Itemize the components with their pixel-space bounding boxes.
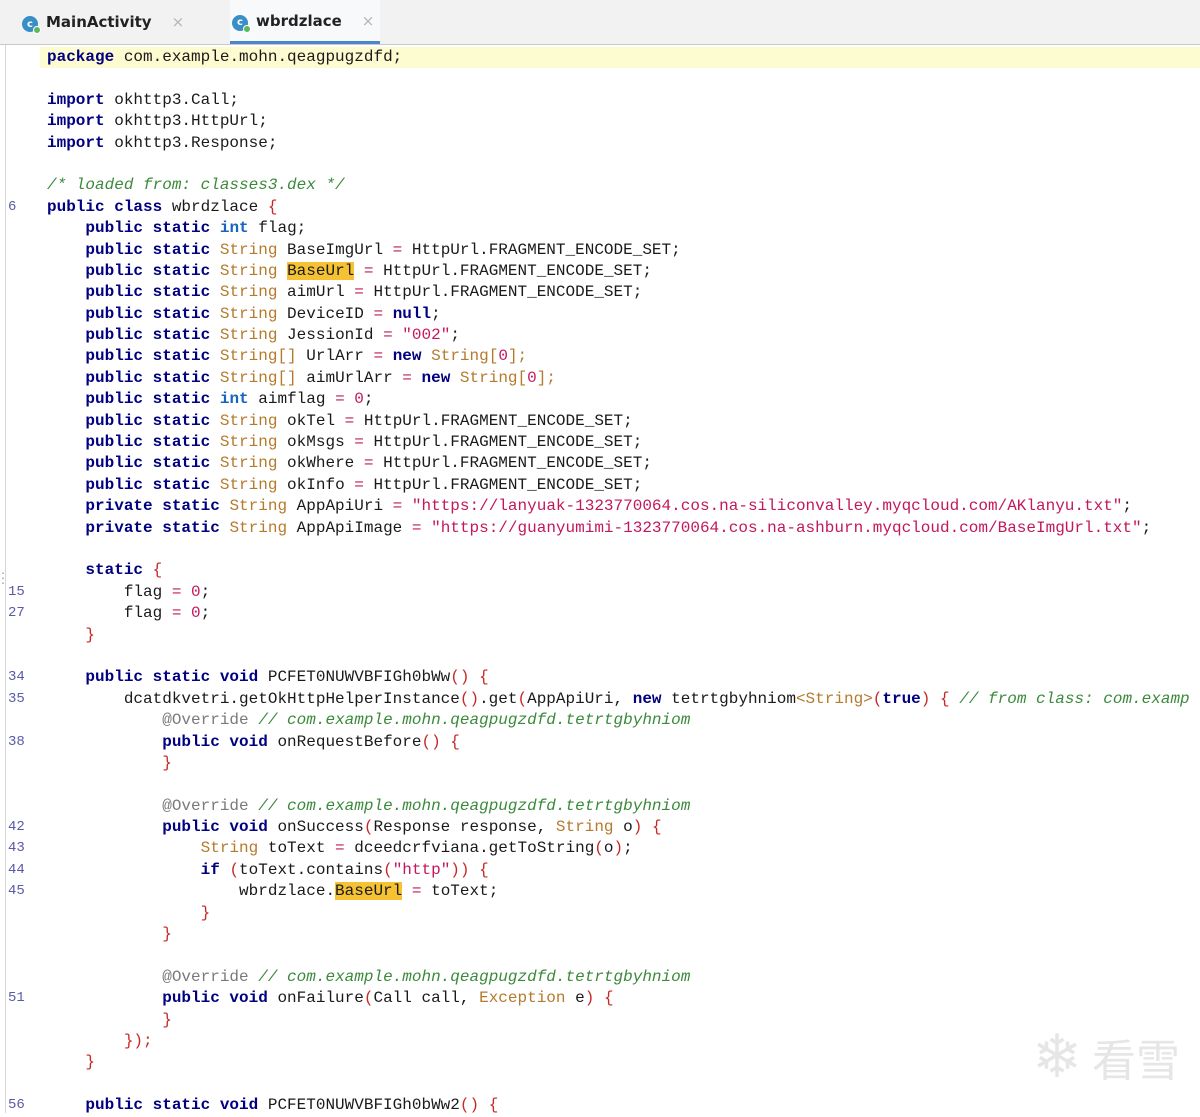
code-line: 51 public void onFailure(Call call, Exce…: [0, 988, 1200, 1009]
code-line: 38 public void onRequestBefore() {: [0, 732, 1200, 753]
line-number: 15: [8, 583, 25, 600]
code-line: 56 public static void PCFET0NUWVBFIGh0bW…: [0, 1095, 1200, 1116]
snowflake-icon: ❄: [1031, 1022, 1082, 1092]
code-line: public static String[] aimUrlArr = new S…: [85, 368, 556, 387]
code-line: public static int aimflag = 0;: [85, 390, 374, 409]
code-line: @Override // com.example.mohn.qeagpugzdf…: [162, 967, 691, 986]
code-line: /* loaded from: classes3.dex */: [47, 176, 345, 195]
code-line: 27 flag = 0;: [0, 603, 1200, 624]
code-line: public static int flag;: [85, 219, 307, 238]
tab-label: wbrdzlace: [256, 11, 342, 30]
code-line: package com.example.mohn.qeagpugzdfd;: [40, 47, 1200, 69]
code-line: public static String okInfo = HttpUrl.FR…: [85, 475, 643, 494]
close-icon[interactable]: ×: [172, 13, 185, 31]
line-number: 43: [8, 840, 25, 857]
class-icon: c: [22, 16, 41, 34]
tab-wbrdzlace[interactable]: c wbrdzlace ×: [230, 0, 381, 44]
code-line: public static String BaseImgUrl = HttpUr…: [85, 240, 681, 259]
watermark-text: 看雪: [1092, 1036, 1180, 1087]
code-line: public static String aimUrl = HttpUrl.FR…: [85, 283, 643, 302]
code-line: 43 String toText = dceedcrfviana.getToSt…: [0, 838, 1200, 859]
search-highlight: BaseUrl: [335, 882, 403, 901]
code-line: 34 public static void PCFET0NUWVBFIGh0bW…: [0, 667, 1200, 688]
code-line: import okhttp3.HttpUrl;: [47, 112, 268, 131]
code-line: public static String BaseUrl = HttpUrl.F…: [85, 261, 652, 280]
line-number: 6: [8, 198, 17, 215]
code-line: private static String AppApiUri = "https…: [85, 497, 1133, 516]
code-line: public static String okTel = HttpUrl.FRA…: [85, 411, 633, 430]
code-line: public static String DeviceID = null;: [85, 304, 441, 323]
code-line: }: [200, 903, 211, 922]
line-number: 56: [8, 1097, 25, 1114]
code-line: });: [123, 1031, 153, 1050]
search-highlight: BaseUrl: [287, 261, 355, 280]
code-line: }: [162, 753, 172, 772]
code-line: 45 wbrdzlace.BaseUrl = toText;: [0, 881, 1200, 902]
line-number: 27: [8, 605, 25, 622]
watermark: ❄ 看雪: [1032, 1022, 1180, 1092]
line-number: 45: [8, 883, 25, 900]
code-line: @Override // com.example.mohn.qeagpugzdf…: [162, 796, 691, 815]
class-icon: c: [232, 14, 251, 33]
code-line: 15 flag = 0;: [0, 582, 1200, 603]
code-line: }: [85, 1053, 96, 1072]
code-line: @Override // com.example.mohn.qeagpugzdf…: [162, 711, 691, 730]
code-line: }: [162, 925, 172, 944]
code-line: import okhttp3.Response;: [47, 133, 278, 152]
editor-tab-bar: c MainActivity × c wbrdzlace ×: [0, 0, 1200, 45]
line-number: 34: [8, 669, 25, 686]
code-line: 35 dcatdkvetri.getOkHttpHelperInstance()…: [0, 689, 1200, 710]
code-line: public static String JessionId = "002";: [85, 326, 460, 345]
code-line: static {: [85, 561, 163, 580]
line-number: 42: [8, 819, 25, 836]
code-line: }: [162, 1010, 172, 1029]
code-line: public static String okWhere = HttpUrl.F…: [85, 454, 652, 473]
code-line: private static String AppApiImage = "htt…: [85, 518, 1152, 537]
tab-mainactivity[interactable]: c MainActivity ×: [22, 0, 184, 44]
code-line: public static String[] UrlArr = new Stri…: [85, 347, 528, 366]
close-icon[interactable]: ×: [362, 12, 375, 30]
code-line: public static String okMsgs = HttpUrl.FR…: [85, 433, 643, 452]
line-number: 35: [8, 690, 25, 707]
code-line: 6 public class wbrdzlace {: [0, 197, 1200, 218]
tab-label: MainActivity: [46, 13, 152, 31]
code-line: 44 if (toText.contains("http")) {: [0, 860, 1200, 881]
code-editor[interactable]: package com.example.mohn.qeagpugzdfd; im…: [0, 47, 1200, 1117]
line-number: 38: [8, 733, 25, 750]
code-line: }: [85, 625, 96, 644]
line-number: 44: [8, 861, 25, 878]
code-line: 42 public void onSuccess(Response respon…: [0, 817, 1200, 838]
line-number: 51: [8, 990, 25, 1007]
code-line: import okhttp3.Call;: [47, 90, 240, 109]
